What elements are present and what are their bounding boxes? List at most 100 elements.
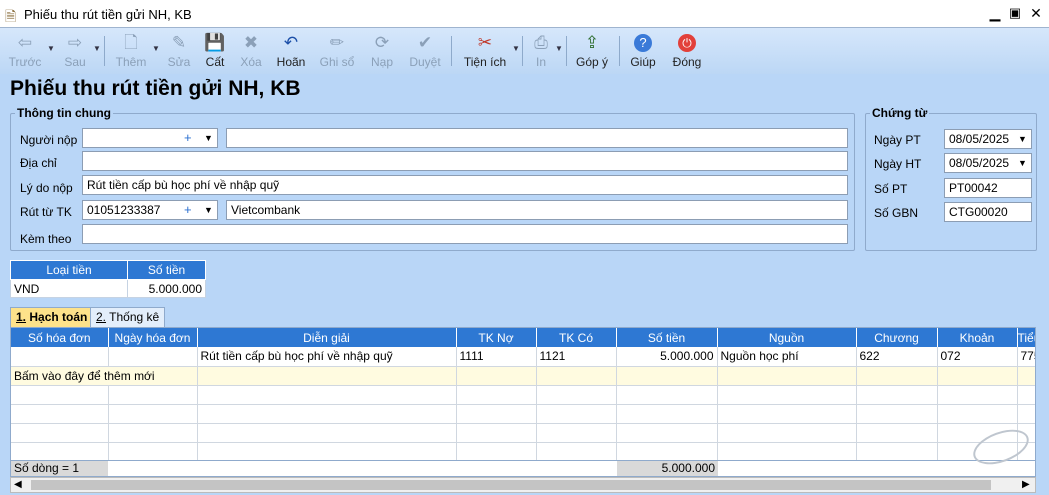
account-label: Rút từ TK — [20, 205, 72, 219]
invoice-date-cell[interactable] — [108, 347, 198, 367]
general-info-legend: Thông tin chung — [17, 106, 111, 120]
scrollbar-thumb[interactable] — [31, 480, 991, 490]
payer-name-input[interactable] — [226, 128, 848, 148]
column-header[interactable]: Ngày hóa đơn — [108, 328, 198, 347]
payer-code-input[interactable] — [82, 128, 218, 148]
attachment-input[interactable] — [82, 224, 848, 244]
grid-cell[interactable] — [536, 366, 617, 386]
toolbar-button-prev[interactable]: ⇦ Trước — [6, 30, 44, 72]
column-header[interactable]: TK Nợ — [456, 328, 537, 347]
help-icon: ? — [634, 34, 652, 52]
toolbar-button-delete[interactable]: ✖ Xóa — [234, 30, 268, 72]
toolbar-button-load[interactable]: ⟳ Nạp — [364, 30, 400, 72]
source-cell[interactable]: Nguồn học phí — [717, 347, 857, 367]
invoice-number-cell[interactable] — [11, 347, 109, 367]
toolbar-button-feedback[interactable]: ⇪ Góp ý — [572, 30, 612, 72]
grid-cell[interactable] — [616, 366, 718, 386]
grid-header-row: Số hóa đơn Ngày hóa đơn Diễn giải TK Nợ … — [11, 328, 1035, 347]
column-header[interactable]: Chương — [856, 328, 938, 347]
credit-account-cell[interactable]: 1121 — [536, 347, 617, 367]
credit-note-number-label: Số GBN — [874, 206, 919, 220]
account-input[interactable]: 01051233387 — [82, 200, 218, 220]
table-row[interactable]: Rút tiền cấp bù học phí về nhập quỹ 1111… — [11, 347, 1035, 367]
row-count: Số dòng = 1 — [11, 461, 108, 476]
minimize-icon[interactable]: ▁ — [986, 4, 1004, 22]
currency-amount-cell[interactable]: 5.000.000 — [127, 279, 206, 298]
horizontal-scrollbar[interactable]: ◀ ▶ — [10, 477, 1036, 493]
column-header[interactable]: Diễn giải — [197, 328, 457, 347]
column-header[interactable]: Khoản — [937, 328, 1018, 347]
toolbar-button-next[interactable]: ⇨ Sau — [58, 30, 92, 72]
address-input[interactable] — [82, 151, 848, 171]
toolbar-button-print[interactable]: ⎙ In — [528, 30, 554, 72]
currency-table: Loại tiền Số tiền VND 5.000.000 — [10, 260, 206, 298]
amount-cell[interactable]: 5.000.000 — [616, 347, 718, 367]
chapter-cell[interactable]: 622 — [856, 347, 938, 367]
grid-cell[interactable] — [856, 366, 938, 386]
column-header: Số tiền — [127, 260, 206, 280]
chevron-down-icon[interactable]: ▼ — [93, 44, 101, 53]
chevron-down-icon[interactable]: ▼ — [555, 44, 563, 53]
grid-cell[interactable] — [456, 366, 537, 386]
toolbar-label: Tiện ích — [463, 55, 507, 69]
grid-cell[interactable] — [717, 366, 857, 386]
column-header: Loại tiền — [10, 260, 128, 280]
chevron-down-icon[interactable]: ▼ — [1018, 130, 1027, 148]
page-title: Phiếu thu rút tiền gửi NH, KB — [10, 77, 301, 100]
add-new-row-hint[interactable]: Bấm vào đây để thêm mới — [11, 366, 198, 386]
sub-item-cell[interactable]: 7756 — [1017, 347, 1035, 367]
empty-row — [11, 404, 1035, 424]
description-cell[interactable]: Rút tiền cấp bù học phí về nhập quỹ — [197, 347, 457, 367]
column-header[interactable]: TK Có — [536, 328, 617, 347]
scroll-right-icon[interactable]: ▶ — [1022, 479, 1030, 490]
toolbar-button-edit[interactable]: ✎ Sửa — [162, 30, 196, 72]
grid-cell[interactable] — [197, 366, 457, 386]
column-header[interactable]: Số tiền — [616, 328, 718, 347]
toolbar-button-help[interactable]: ? Giúp — [626, 30, 660, 72]
chevron-down-icon[interactable]: ▼ — [47, 44, 55, 53]
chevron-down-icon[interactable]: ▼ — [152, 44, 160, 53]
toolbar-button-post[interactable]: ✏ Ghi sổ — [316, 30, 358, 72]
toolbar-label: In — [535, 55, 546, 69]
chevron-down-icon[interactable]: ▼ — [204, 129, 213, 147]
toolbar-button-save[interactable]: 💾 Cất — [198, 30, 232, 72]
reason-input[interactable]: Rút tiền cấp bù học phí về nhập quỹ — [82, 175, 848, 195]
column-header[interactable]: Tiểu mục — [1017, 328, 1035, 347]
reason-label: Lý do nộp — [20, 181, 73, 195]
toolbar-button-utilities[interactable]: ✂ Tiện ích — [460, 30, 510, 72]
tab-number: 2. — [96, 310, 107, 324]
column-header[interactable]: Số hóa đơn — [11, 328, 109, 347]
item-cell[interactable]: 072 — [937, 347, 1018, 367]
currency-row[interactable]: VND 5.000.000 — [10, 279, 206, 298]
toolbar-button-approve[interactable]: ✔ Duyệt — [404, 30, 446, 72]
toolbar-button-cancel[interactable]: ↶ Hoãn — [272, 30, 310, 72]
add-icon[interactable]: + — [184, 129, 192, 147]
scroll-left-icon[interactable]: ◀ — [14, 479, 22, 490]
debit-account-cell[interactable]: 1111 — [456, 347, 537, 367]
add-new-row[interactable]: Bấm vào đây để thêm mới — [11, 366, 1035, 386]
column-header[interactable]: Nguồn — [717, 328, 857, 347]
voucher-date-label: Ngày PT — [874, 133, 921, 147]
close-icon[interactable]: ✕ — [1027, 4, 1045, 22]
chevron-down-icon[interactable]: ▼ — [1018, 154, 1027, 172]
grid-cell[interactable] — [937, 366, 1018, 386]
tab-accounting[interactable]: 1. Hạch toán — [10, 307, 94, 327]
maximize-icon[interactable]: ▣ — [1006, 4, 1024, 22]
currency-type-cell[interactable]: VND — [10, 279, 128, 298]
toolbar-label: Góp ý — [575, 55, 608, 69]
bank-name-input[interactable]: Vietcombank — [226, 200, 848, 220]
app-icon: 🗎 — [5, 8, 17, 24]
empty-row — [11, 442, 1035, 462]
grid-cell[interactable] — [1017, 366, 1035, 386]
toolbar-separator — [619, 36, 620, 66]
tab-statistics[interactable]: 2. Thống kê — [90, 307, 166, 327]
chevron-down-icon[interactable]: ▼ — [512, 44, 520, 53]
add-icon[interactable]: + — [184, 201, 192, 219]
toolbar-button-close[interactable]: ⏻ Đóng — [668, 30, 706, 72]
voucher-number-input[interactable]: PT00042 — [944, 178, 1032, 198]
toolbar-button-add[interactable]: 🗋 Thêm — [112, 30, 150, 72]
accounting-grid[interactable]: Số hóa đơn Ngày hóa đơn Diễn giải TK Nợ … — [10, 327, 1036, 477]
chevron-down-icon[interactable]: ▼ — [204, 201, 213, 219]
arrow-right-icon: ⇨ — [67, 33, 83, 52]
credit-note-number-input[interactable]: CTG00020 — [944, 202, 1032, 222]
